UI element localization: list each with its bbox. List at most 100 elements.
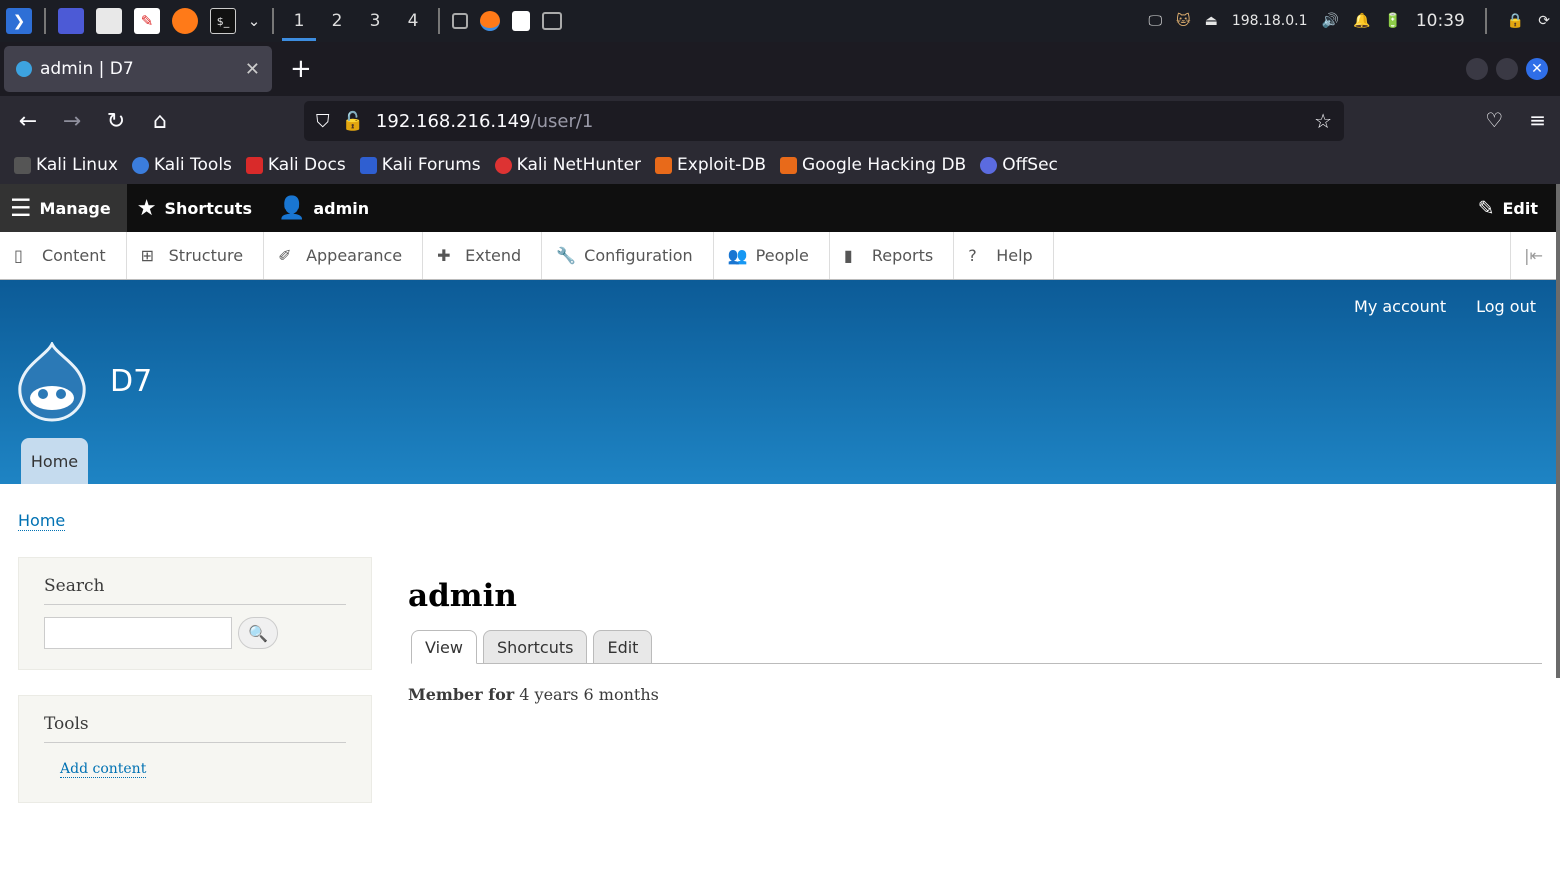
menu-structure[interactable]: ⊞ Structure bbox=[127, 232, 265, 279]
user-button[interactable]: 👤 admin bbox=[268, 184, 385, 232]
workspace-3[interactable]: 3 bbox=[356, 0, 394, 42]
bookmark-exploit-db[interactable]: Exploit-DB bbox=[655, 155, 766, 175]
close-window-button[interactable]: ✕ bbox=[1526, 58, 1548, 80]
bookmark-star-icon[interactable]: ☆ bbox=[1314, 109, 1332, 133]
menu-content[interactable]: ▯ Content bbox=[0, 232, 127, 279]
page-scrollbar[interactable] bbox=[1556, 184, 1560, 678]
search-block-title: Search bbox=[44, 558, 346, 605]
vpn-icon[interactable]: ⏏ bbox=[1205, 13, 1218, 29]
my-account-link[interactable]: My account bbox=[1354, 297, 1446, 316]
breadcrumb[interactable]: Home bbox=[18, 511, 66, 531]
search-input[interactable] bbox=[44, 617, 232, 649]
menu-extend[interactable]: ✚ Extend bbox=[423, 232, 543, 279]
tab-shortcuts[interactable]: Shortcuts bbox=[482, 630, 588, 664]
bookmark-kali-nethunter[interactable]: Kali NetHunter bbox=[494, 155, 641, 175]
shield-icon[interactable]: ⛉ bbox=[316, 111, 330, 132]
bookmark-kali-docs[interactable]: Kali Docs bbox=[245, 155, 346, 175]
browser-tab[interactable]: admin | D7 ✕ bbox=[4, 46, 272, 92]
document-icon: ▯ bbox=[14, 245, 23, 265]
menu-people[interactable]: 👥 People bbox=[714, 232, 830, 279]
cat-icon[interactable]: 🐱 bbox=[1176, 13, 1191, 29]
main-menu-home-tab[interactable]: Home bbox=[21, 438, 88, 484]
workspace-4[interactable]: 4 bbox=[394, 0, 432, 42]
back-arrow-icon[interactable]: ← bbox=[6, 109, 50, 134]
drupal-logo-icon[interactable] bbox=[16, 342, 88, 422]
bookmark-kali-forums[interactable]: Kali Forums bbox=[359, 155, 481, 175]
kali-docs-icon bbox=[245, 156, 263, 174]
menu-configuration[interactable]: 🔧 Configuration bbox=[542, 232, 714, 279]
star-icon: ★ bbox=[136, 195, 157, 221]
window-controls: ✕ bbox=[1466, 58, 1560, 80]
window-icon[interactable] bbox=[452, 13, 468, 29]
search-button[interactable]: 🔍 bbox=[238, 617, 278, 649]
browser-tab-bar: admin | D7 ✕ + ✕ bbox=[0, 42, 1560, 96]
volume-icon[interactable]: 🔊 bbox=[1322, 13, 1339, 29]
shortcuts-button[interactable]: ★ Shortcuts bbox=[127, 184, 268, 232]
edit-button[interactable]: ✎ Edit bbox=[1478, 196, 1556, 220]
system-taskbar: ❯ ✎ $_ ⌄ 1 2 3 4 🖵 🐱 ⏏ 198.18.0.1 🔊 🔔 🔋 … bbox=[0, 0, 1560, 42]
kali-menu-icon[interactable]: ❯ bbox=[6, 8, 32, 34]
terminal-window-icon[interactable] bbox=[542, 12, 562, 30]
url-bar[interactable]: ⛉ 🔓 192.168.216.149 /user/1 ☆ bbox=[304, 101, 1344, 141]
close-icon[interactable]: ✕ bbox=[245, 59, 260, 80]
search-icon: 🔍 bbox=[248, 623, 268, 643]
home-icon[interactable]: ⌂ bbox=[138, 109, 182, 134]
notification-bell-icon[interactable]: 🔔 bbox=[1353, 13, 1370, 29]
bookmark-kali-tools[interactable]: Kali Tools bbox=[131, 155, 232, 175]
bar-chart-icon: ▮ bbox=[843, 245, 853, 265]
power-icon[interactable]: ⟳ bbox=[1538, 13, 1550, 29]
workspace-1[interactable]: 1 bbox=[280, 0, 318, 42]
drupal-favicon-icon bbox=[16, 61, 32, 77]
site-name[interactable]: D7 bbox=[110, 364, 152, 399]
lock-icon[interactable]: 🔒 bbox=[1507, 13, 1524, 29]
pocket-icon[interactable]: ♡ bbox=[1485, 108, 1503, 132]
taskbar-separator bbox=[272, 8, 274, 34]
browser-nav-bar: ← → ↻ ⌂ ⛉ 🔓 192.168.216.149 /user/1 ☆ ♡ … bbox=[0, 96, 1560, 146]
menu-reports[interactable]: ▮ Reports bbox=[830, 232, 955, 279]
bookmark-kali-linux[interactable]: Kali Linux bbox=[14, 155, 118, 175]
kali-dragon-icon bbox=[14, 156, 31, 174]
taskbar-separator bbox=[1484, 8, 1487, 34]
kali-tools-icon bbox=[131, 156, 149, 174]
workspace-2[interactable]: 2 bbox=[318, 0, 356, 42]
hamburger-menu-icon[interactable]: ≡ bbox=[1529, 108, 1546, 132]
file-manager-icon[interactable] bbox=[96, 8, 122, 34]
secondary-menu: My account Log out bbox=[1354, 297, 1536, 316]
ip-address: 198.18.0.1 bbox=[1231, 13, 1308, 29]
wrench-icon: 🔧 bbox=[556, 245, 577, 265]
member-for-label: Member for bbox=[408, 685, 515, 704]
reload-icon[interactable]: ↻ bbox=[94, 109, 138, 134]
editor-window-icon[interactable] bbox=[512, 11, 530, 31]
bookmark-offsec[interactable]: OffSec bbox=[980, 155, 1058, 175]
tab-view[interactable]: View bbox=[411, 630, 477, 664]
insecure-lock-icon[interactable]: 🔓 bbox=[342, 111, 364, 132]
desktop-icon[interactable] bbox=[58, 8, 84, 34]
forward-arrow-icon[interactable]: → bbox=[50, 109, 94, 134]
terminal-icon[interactable]: $_ bbox=[210, 8, 236, 34]
manage-button[interactable]: ☰ Manage bbox=[0, 184, 127, 232]
menu-help[interactable]: ? Help bbox=[954, 232, 1054, 279]
maximize-button[interactable] bbox=[1496, 58, 1518, 80]
people-icon: 👥 bbox=[727, 245, 748, 265]
url-path: /user/1 bbox=[530, 110, 594, 132]
tray-orientation-toggle-icon[interactable]: |⇤ bbox=[1510, 232, 1556, 279]
chevron-down-icon[interactable]: ⌄ bbox=[248, 8, 261, 34]
add-content-link[interactable]: Add content bbox=[60, 761, 147, 778]
log-out-link[interactable]: Log out bbox=[1476, 297, 1536, 316]
kali-forums-icon bbox=[359, 156, 377, 174]
question-icon: ? bbox=[968, 245, 977, 265]
battery-icon[interactable]: 🔋 bbox=[1384, 13, 1401, 29]
offsec-icon bbox=[980, 156, 998, 174]
menu-appearance[interactable]: ✐ Appearance bbox=[264, 232, 424, 279]
bookmark-google-hacking-db[interactable]: Google Hacking DB bbox=[780, 155, 966, 175]
text-editor-icon[interactable]: ✎ bbox=[134, 8, 160, 34]
firefox-window-icon[interactable] bbox=[480, 11, 500, 31]
monitor-icon[interactable]: 🖵 bbox=[1148, 13, 1162, 29]
tools-block-title: Tools bbox=[44, 696, 346, 743]
tools-block: Tools Add content bbox=[18, 695, 372, 803]
clock[interactable]: 10:39 bbox=[1416, 11, 1465, 31]
new-tab-plus-icon[interactable]: + bbox=[290, 54, 312, 84]
minimize-button[interactable] bbox=[1466, 58, 1488, 80]
firefox-icon[interactable] bbox=[172, 8, 198, 34]
tab-edit[interactable]: Edit bbox=[593, 630, 653, 664]
